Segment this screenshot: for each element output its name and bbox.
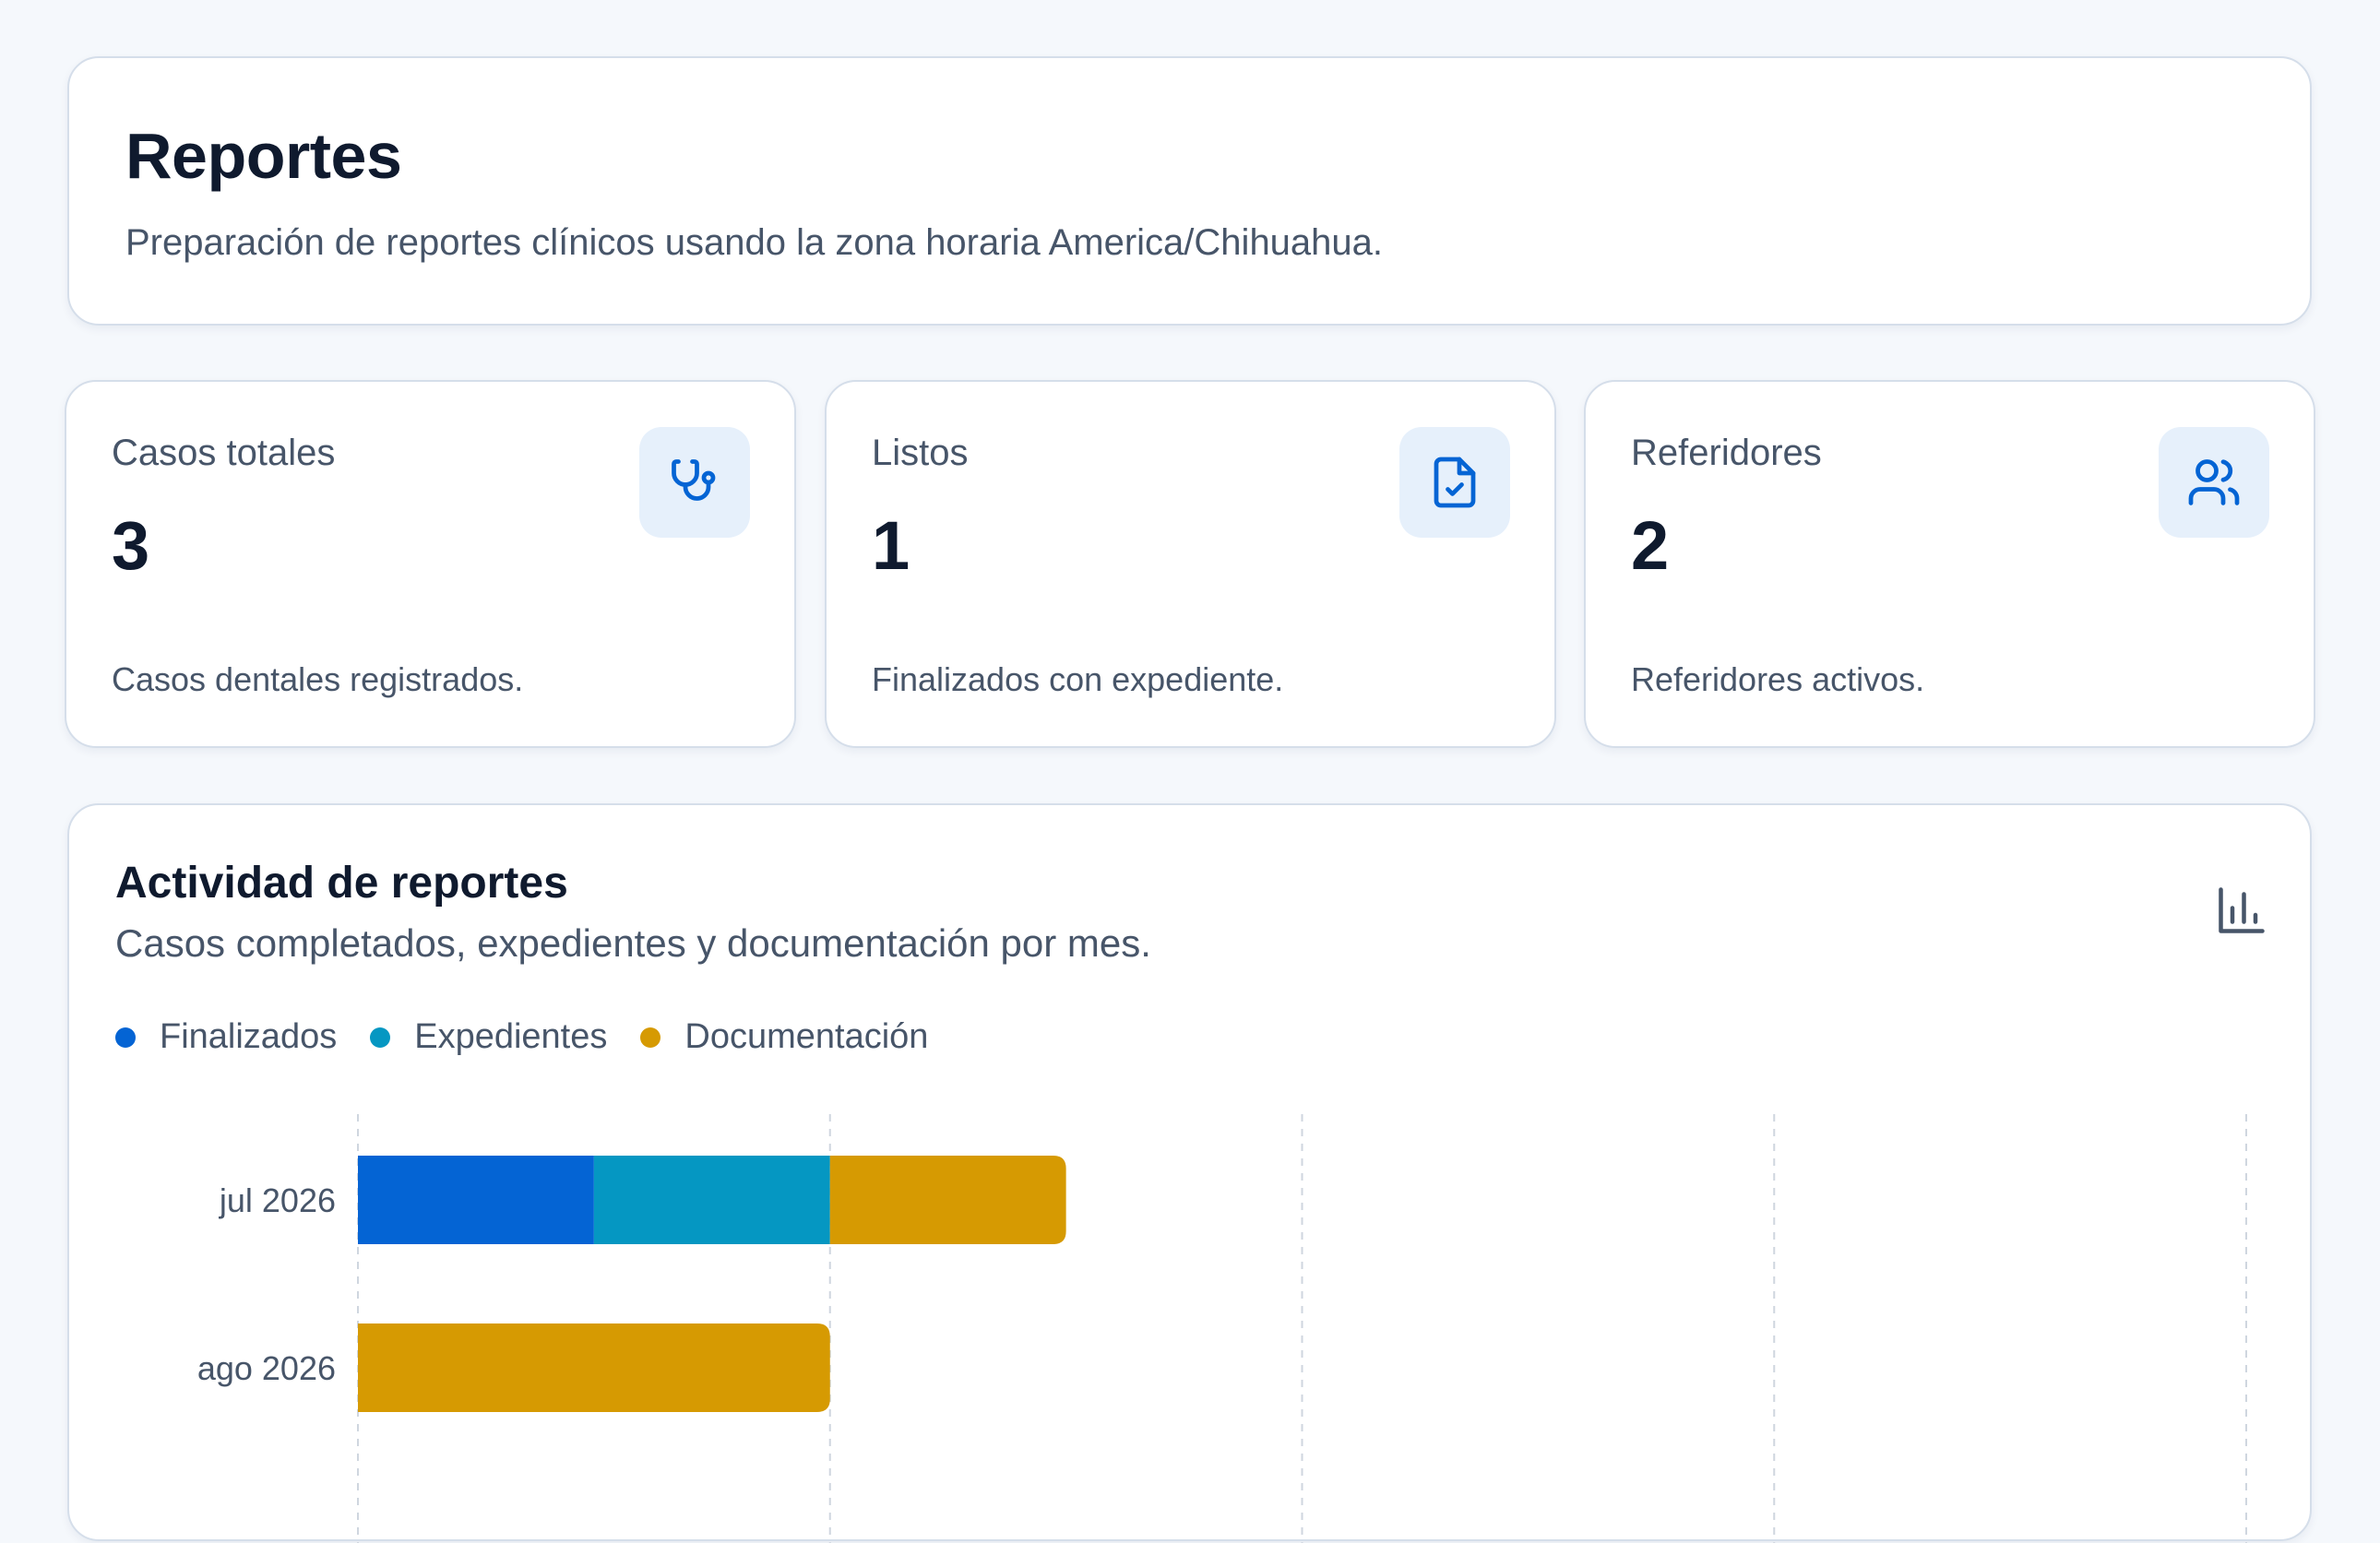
category-label: jul 2026 bbox=[219, 1181, 336, 1219]
stat-value: 3 bbox=[112, 507, 150, 584]
stat-card-referidores: Referidores 2 Referidores activos. bbox=[1584, 380, 2315, 748]
header-card: Reportes Preparación de reportes clínico… bbox=[67, 56, 2312, 326]
stat-label: Listos bbox=[872, 433, 969, 473]
bar-segment-documentación[interactable] bbox=[829, 1156, 1066, 1244]
stat-description: Finalizados con expediente. bbox=[872, 660, 1284, 698]
chart-plot: jul 2026 ago 2026 bbox=[197, 1114, 2247, 1543]
stat-card-listos: Listos 1 Finalizados con expediente. bbox=[825, 380, 1556, 748]
stat-card-casos-totales: Casos totales 3 Casos dentales registrad… bbox=[65, 380, 796, 748]
stat-description: Referidores activos. bbox=[1631, 660, 1925, 698]
page-title: Reportes bbox=[125, 120, 402, 192]
file-check-icon bbox=[1399, 427, 1510, 538]
bar-segment-documentación[interactable] bbox=[358, 1323, 830, 1412]
bar-segment-expedientes[interactable] bbox=[593, 1156, 830, 1244]
chart-card: Actividad de reportes Casos completados,… bbox=[67, 803, 2312, 1543]
bar-segment-finalizados[interactable] bbox=[358, 1156, 594, 1244]
stat-label: Referidores bbox=[1631, 433, 1822, 473]
stat-label: Casos totales bbox=[112, 433, 336, 473]
stat-value: 2 bbox=[1631, 507, 1670, 584]
stat-value: 1 bbox=[872, 507, 910, 584]
page-subtitle: Preparación de reportes clínicos usando … bbox=[125, 222, 1384, 263]
users-icon bbox=[2159, 427, 2269, 538]
stethoscope-icon bbox=[639, 427, 750, 538]
category-label: ago 2026 bbox=[197, 1349, 336, 1387]
stat-description: Casos dentales registrados. bbox=[112, 660, 524, 698]
